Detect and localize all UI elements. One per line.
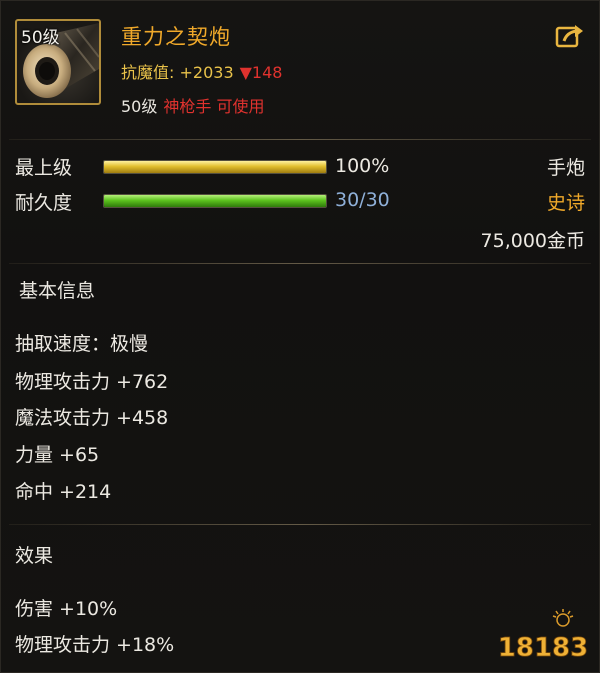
- magic-resist-label: 抗魔值:: [121, 63, 175, 82]
- item-level-tag: 50级: [21, 28, 60, 48]
- grade-value: 100%: [335, 155, 390, 177]
- durability-label: 耐久度: [15, 192, 73, 214]
- attribute-magic-attack: 魔法攻击力 +458: [15, 407, 169, 429]
- magic-resist-change: ▼148: [239, 63, 283, 82]
- durability-bar-fill: [104, 195, 326, 207]
- cannon-item-icon: 50级: [15, 19, 101, 105]
- required-class: 神枪手: [163, 97, 212, 116]
- durability-value: 30/30: [335, 189, 390, 211]
- grade-bar: [103, 160, 327, 174]
- divider: [9, 263, 591, 264]
- effect-physical-attack: 物理攻击力 +18%: [15, 634, 175, 656]
- attribute-physical-attack: 物理攻击力 +762: [15, 371, 169, 393]
- grade-bar-fill: [104, 161, 326, 173]
- attribute-accuracy: 命中 +214: [15, 481, 112, 503]
- basic-info-title: 基本信息: [19, 280, 96, 302]
- attribute-draw-speed: 抽取速度：极慢: [15, 333, 149, 355]
- watermark-text: 18183: [498, 633, 588, 662]
- magic-resist-value: +2033: [179, 63, 234, 82]
- attribute-strength: 力量 +65: [15, 444, 100, 466]
- divider: [9, 139, 591, 140]
- weapon-type: 手炮: [546, 157, 585, 179]
- price: 75,000金币: [480, 230, 585, 252]
- durability-bar: [103, 194, 327, 208]
- grade-label: 最上级: [15, 157, 73, 179]
- effect-damage: 伤害 +10%: [15, 598, 118, 620]
- requirement-line: 50级 神枪手 可使用: [121, 93, 265, 117]
- item-tooltip-panel: 50级 重力之契炮 抗魔值: +2033 ▼148 50级 神枪手 可使用 最上…: [0, 0, 600, 673]
- rarity: 史诗: [546, 192, 585, 214]
- magic-resist-line: 抗魔值: +2033 ▼148: [121, 59, 282, 83]
- required-level: 50级: [121, 97, 158, 116]
- divider: [9, 524, 591, 525]
- share-icon[interactable]: [555, 23, 585, 49]
- watermark-logo: 18183: [495, 606, 591, 663]
- item-name: 重力之契炮: [121, 25, 231, 49]
- usable-status: 可使用: [216, 97, 265, 116]
- effects-title: 效果: [15, 545, 54, 567]
